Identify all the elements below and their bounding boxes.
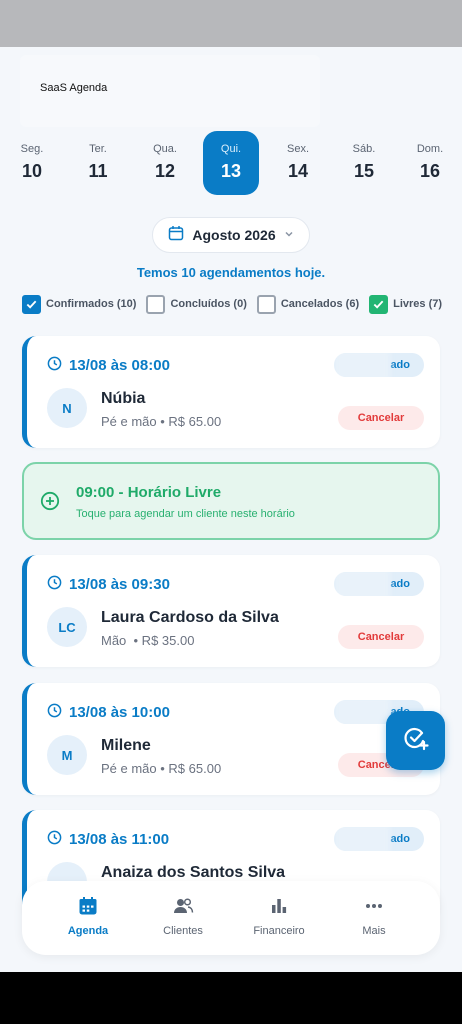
service-info: Pé e mão • R$ 65.00 xyxy=(101,414,222,429)
filter-confirmados[interactable]: Confirmados (10) xyxy=(22,294,136,314)
filter-livres[interactable]: Livres (7) xyxy=(369,294,442,314)
week-day-selector: Seg. 10 Ter. 11 Qua. 12 Qui. 13 Sex. 14 … xyxy=(0,131,462,197)
clock-icon xyxy=(47,356,62,375)
day-monday[interactable]: Seg. 10 xyxy=(4,131,60,195)
appointment-time: 13/08 às 08:00 xyxy=(69,357,170,374)
brand-header: SaaS Agenda xyxy=(20,55,320,127)
client-name: Milene xyxy=(101,737,151,754)
calendar-icon xyxy=(40,895,136,919)
checkbox-unchecked-icon xyxy=(256,294,276,314)
day-saturday[interactable]: Sáb. 15 xyxy=(336,131,392,195)
app-screen: SaaS Agenda Seg. 10 Ter. 11 Qua. 12 Qui.… xyxy=(0,47,462,972)
calendar-check-plus-icon xyxy=(402,724,430,757)
calendar-icon xyxy=(168,225,184,246)
free-slot-subtitle: Toque para agendar um cliente neste horá… xyxy=(76,508,295,520)
appointment-card[interactable]: 13/08 às 08:00 ado N Núbia Pé e mão • R$… xyxy=(22,336,440,448)
free-slot-title: 09:00 - Horário Livre xyxy=(76,484,222,501)
appointment-time: 13/08 às 10:00 xyxy=(69,704,170,721)
appointment-time: 13/08 às 09:30 xyxy=(69,576,170,593)
month-selector[interactable]: Agosto 2026 xyxy=(152,217,310,253)
status-badge: ado xyxy=(334,572,424,596)
free-slot-card[interactable]: 09:00 - Horário Livre Toque para agendar… xyxy=(22,462,440,540)
day-wednesday[interactable]: Qua. 12 xyxy=(137,131,193,195)
appointments-summary: Temos 10 agendamentos hoje. xyxy=(136,265,326,280)
system-status-bar xyxy=(0,0,462,47)
new-appointment-fab[interactable] xyxy=(386,711,445,770)
appointment-time: 13/08 às 11:00 xyxy=(69,831,170,848)
tab-financeiro[interactable]: Financeiro xyxy=(231,895,327,937)
brand-title: SaaS Agenda xyxy=(40,82,108,94)
day-thursday-selected[interactable]: Qui. 13 xyxy=(203,131,259,195)
filter-concluidos[interactable]: Concluídos (0) xyxy=(146,294,247,314)
users-icon xyxy=(135,895,231,919)
checkbox-unchecked-icon xyxy=(146,294,166,314)
status-filters: Confirmados (10) Concluídos (0) Cancelad… xyxy=(22,293,446,315)
clock-icon xyxy=(47,703,62,722)
more-dots-icon xyxy=(326,895,422,919)
cancel-button[interactable]: Cancelar xyxy=(338,625,424,649)
bottom-tab-bar: Agenda Clientes Financeiro Mais xyxy=(22,881,440,955)
appointment-card[interactable]: 13/08 às 09:30 ado LC Laura Cardoso da S… xyxy=(22,555,440,667)
service-info: Pé e mão • R$ 65.00 xyxy=(101,761,222,776)
day-tuesday[interactable]: Ter. 11 xyxy=(70,131,126,195)
checkbox-checked-icon xyxy=(22,294,41,314)
appointment-card[interactable]: 13/08 às 10:00 ado M Milene Pé e mão • R… xyxy=(22,683,440,795)
month-label: Agosto 2026 xyxy=(192,227,276,243)
system-navigation-bar xyxy=(0,972,462,1024)
tab-agenda[interactable]: Agenda xyxy=(40,895,136,937)
client-name: Laura Cardoso da Silva xyxy=(101,609,279,626)
bar-chart-icon xyxy=(231,895,327,919)
tab-clientes[interactable]: Clientes xyxy=(135,895,231,937)
avatar: N xyxy=(47,388,87,428)
avatar: LC xyxy=(47,607,87,647)
avatar: M xyxy=(47,735,87,775)
cancel-button[interactable]: Cancelar xyxy=(338,406,424,430)
status-badge: ado xyxy=(334,353,424,377)
client-name: Núbia xyxy=(101,390,146,407)
day-sunday[interactable]: Dom. 16 xyxy=(402,131,458,195)
chevron-down-icon xyxy=(284,229,294,242)
clock-icon xyxy=(47,575,62,594)
day-friday[interactable]: Sex. 14 xyxy=(270,131,326,195)
filter-cancelados[interactable]: Cancelados (6) xyxy=(256,294,359,314)
add-circle-icon xyxy=(40,491,60,516)
tab-mais[interactable]: Mais xyxy=(326,895,422,937)
client-name: Anaiza dos Santos Silva xyxy=(101,864,286,881)
checkbox-checked-icon xyxy=(369,294,389,314)
clock-icon xyxy=(47,830,62,849)
service-info: Mão • R$ 35.00 xyxy=(101,633,195,648)
status-badge: ado xyxy=(334,827,424,851)
